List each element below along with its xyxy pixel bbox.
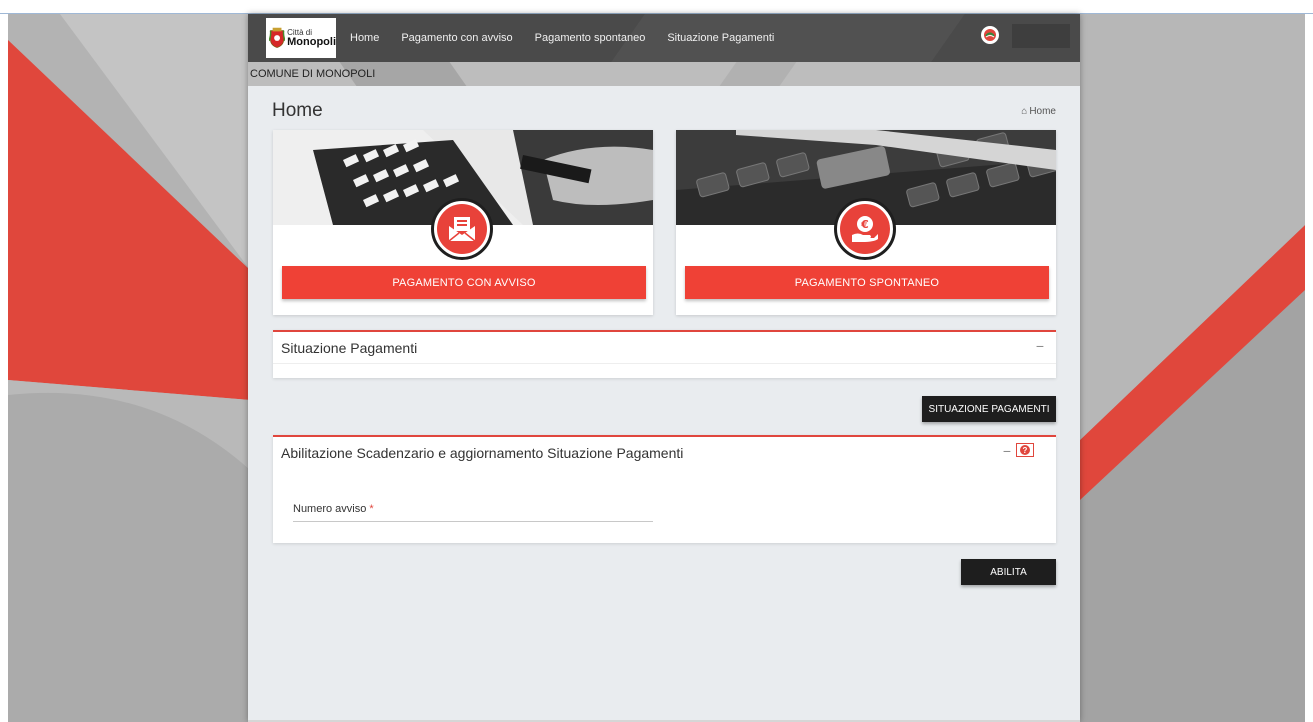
home-icon: ⌂: [1021, 106, 1028, 117]
abilita-button[interactable]: ABILITA: [961, 559, 1056, 585]
abilitazione-collapse-icon[interactable]: −: [1003, 443, 1011, 459]
euro-hand-icon-badge: €: [834, 198, 896, 260]
situazione-collapse-icon[interactable]: −: [1036, 338, 1044, 354]
nav-pagamento-con-avviso[interactable]: Pagamento con avviso: [401, 32, 512, 44]
card-pagamento-con-avviso: PAGAMENTO CON AVVISO: [273, 130, 653, 315]
pagamento-spontaneo-button[interactable]: PAGAMENTO SPONTANEO: [685, 266, 1049, 299]
numero-avviso-field: Numero avviso *: [293, 499, 653, 522]
bg-right-edge: [1305, 14, 1313, 722]
euro-hand-icon: €: [852, 216, 878, 242]
main-container: Città di Monopoli Home Pagamento con avv…: [248, 14, 1080, 722]
abilitazione-panel-header: Abilitazione Scadenzario e aggiornamento…: [273, 437, 1056, 469]
card-pagamento-spontaneo: € PAGAMENTO SPONTANEO: [676, 130, 1056, 315]
logo-big-text: Monopoli: [287, 35, 336, 48]
breadcrumb-home: Home: [1029, 106, 1056, 117]
pagopa-icon-graphic: [984, 29, 996, 41]
logo-text: Città di Monopoli: [287, 28, 336, 48]
comune-name: COMUNE DI MONOPOLI: [250, 68, 376, 80]
abilitazione-panel-title: Abilitazione Scadenzario e aggiornamento…: [281, 445, 684, 461]
bg-left-edge: [0, 14, 8, 722]
sub-header: COMUNE DI MONOPOLI: [248, 62, 1080, 86]
top-navbar: Città di Monopoli Home Pagamento con avv…: [248, 14, 1080, 62]
numero-avviso-underline: [293, 521, 653, 522]
main-nav: Home Pagamento con avviso Pagamento spon…: [350, 32, 796, 44]
page-header: Home: [272, 100, 323, 122]
envelope-icon: [448, 217, 476, 242]
page-title: Home: [272, 100, 323, 121]
situazione-pagamenti-button[interactable]: SITUAZIONE PAGAMENTI: [922, 396, 1056, 422]
pagopa-icon[interactable]: [981, 26, 999, 44]
help-icon-glyph: ?: [1020, 445, 1030, 455]
situazione-panel-header: Situazione Pagamenti −: [273, 332, 1056, 364]
browser-top-strip: [0, 0, 1313, 14]
abilitazione-panel: Abilitazione Scadenzario e aggiornamento…: [273, 435, 1056, 543]
nav-situazione-pagamenti[interactable]: Situazione Pagamenti: [667, 32, 774, 44]
pagamento-con-avviso-button[interactable]: PAGAMENTO CON AVVISO: [282, 266, 646, 299]
situazione-panel-title: Situazione Pagamenti: [281, 339, 418, 356]
envelope-icon-badge: [431, 198, 493, 260]
nav-home[interactable]: Home: [350, 32, 379, 44]
svg-text:€: €: [860, 218, 869, 231]
help-icon[interactable]: ?: [1016, 443, 1034, 457]
nav-user-area[interactable]: [1012, 24, 1070, 48]
nav-pagamento-spontaneo[interactable]: Pagamento spontaneo: [535, 32, 646, 44]
crest-icon: [269, 27, 286, 48]
subbar-decoration-2: [719, 62, 797, 86]
breadcrumb[interactable]: ⌂ Home: [1021, 106, 1056, 117]
city-logo[interactable]: Città di Monopoli: [266, 18, 336, 58]
numero-avviso-input[interactable]: [293, 499, 653, 519]
situazione-pagamenti-panel: Situazione Pagamenti −: [273, 330, 1056, 378]
